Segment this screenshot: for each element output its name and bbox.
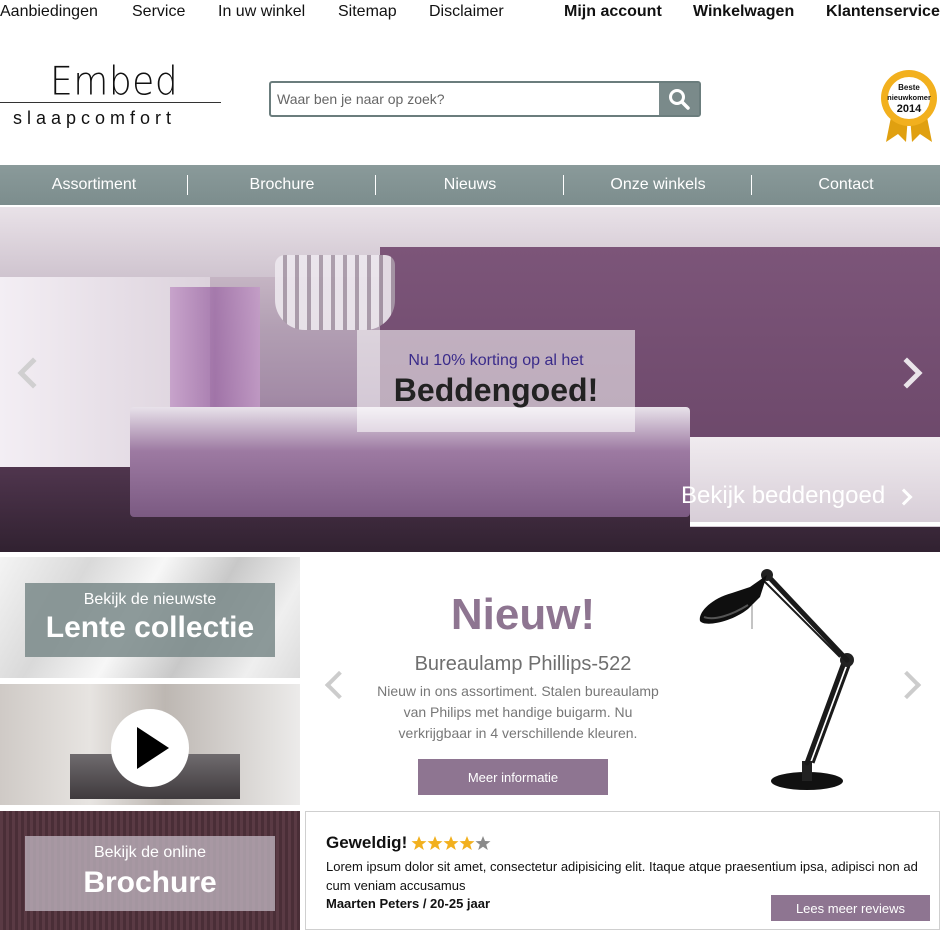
nav-onze-winkels[interactable]: Onze winkels — [564, 165, 752, 205]
hero-cta-underline — [690, 522, 940, 526]
nav-divider — [563, 175, 564, 195]
svg-text:2014: 2014 — [897, 103, 922, 115]
new-product-slider: Nieuw! Bureaulamp Phillips-522 Nieuw in … — [305, 557, 940, 807]
nav-contact[interactable]: Contact — [752, 165, 940, 205]
logo[interactable]: Embed slaapcomfort — [0, 60, 222, 130]
brochure-tile-box: Bekijk de online Brochure — [25, 836, 275, 911]
hero-promo-title: Beddengoed! — [393, 372, 599, 408]
nav-label: Brochure — [249, 176, 315, 193]
nav-label: Contact — [818, 176, 874, 193]
brochure-tile[interactable]: Bekijk de online Brochure — [0, 811, 300, 930]
play-button[interactable] — [111, 709, 189, 787]
brochure-tile-subtitle: Bekijk de online — [93, 844, 207, 861]
review-rating — [411, 835, 491, 851]
toplink-winkelwagen[interactable]: Winkelwagen — [693, 3, 794, 21]
toplink-disclaimer[interactable]: Disclaimer — [429, 3, 504, 21]
nav-divider — [187, 175, 188, 195]
hero-banner: Nu 10% korting op al het Beddengoed! Bek… — [0, 207, 940, 552]
svg-text:nieuwkomer: nieuwkomer — [887, 93, 931, 102]
logo-name: Embed — [50, 60, 179, 105]
nav-label: Assortiment — [51, 176, 137, 193]
nav-brochure[interactable]: Brochure — [188, 165, 376, 205]
review-box: Geweldig! Lorem ipsum dolor sit amet, co… — [305, 811, 940, 930]
star-icon — [411, 836, 427, 850]
search-button[interactable] — [659, 83, 699, 115]
search-bar — [269, 81, 701, 117]
star-empty-icon — [475, 836, 491, 850]
toplink-in-uw-winkel[interactable]: In uw winkel — [218, 3, 305, 21]
search-input[interactable] — [271, 83, 661, 115]
review-heading: Geweldig! — [326, 833, 408, 852]
toplink-klantenservice[interactable]: Klantenservice — [826, 3, 940, 21]
product-prev-arrow-icon[interactable] — [324, 670, 354, 700]
nav-nieuws[interactable]: Nieuws — [376, 165, 564, 205]
nav-label: Nieuws — [443, 176, 497, 193]
review-header: Geweldig! — [326, 833, 491, 853]
hero-promo-box: Nu 10% korting op al het Beddengoed! — [357, 330, 635, 432]
nav-assortiment[interactable]: Assortiment — [0, 165, 188, 205]
hero-cta-link[interactable]: Bekijk beddengoed — [681, 482, 885, 510]
nav-divider — [751, 175, 752, 195]
main-nav: Assortiment Brochure Nieuws Onze winkels… — [0, 165, 940, 205]
toplink-aanbiedingen[interactable]: Aanbiedingen — [0, 3, 98, 21]
toplink-mijn-account[interactable]: Mijn account — [564, 3, 662, 21]
search-icon — [669, 89, 690, 110]
star-icon — [459, 836, 475, 850]
collection-tile-title: Lente collectie — [45, 611, 255, 644]
logo-divider — [0, 102, 221, 103]
more-reviews-button[interactable]: Lees meer reviews — [771, 895, 930, 921]
video-tile[interactable] — [0, 684, 300, 805]
product-name: Bureaulamp Phillips-522 — [414, 653, 632, 675]
product-description: Nieuw in ons assortiment. Stalen bureaul… — [377, 683, 659, 741]
star-icon — [443, 836, 459, 850]
desk-lamp-image — [699, 569, 854, 790]
toplink-service[interactable]: Service — [132, 3, 185, 21]
logo-tagline: slaapcomfort — [13, 108, 177, 128]
play-icon — [137, 727, 169, 769]
star-icon — [427, 836, 443, 850]
award-seal-icon: Beste nieuwkomer 2014 — [881, 70, 937, 142]
svg-text:Beste: Beste — [898, 83, 920, 92]
review-text: Lorem ipsum dolor sit amet, consectetur … — [326, 859, 918, 893]
collection-tile-box: Bekijk de nieuwste Lente collectie — [25, 583, 275, 657]
toplink-sitemap[interactable]: Sitemap — [338, 3, 397, 21]
brochure-tile-title: Brochure — [83, 866, 217, 899]
hero-promo-subtitle: Nu 10% korting op al het — [408, 352, 584, 369]
nav-divider — [375, 175, 376, 195]
hero-photo-chandelier — [275, 255, 395, 330]
collection-tile-subtitle: Bekijk de nieuwste — [83, 591, 217, 608]
more-info-button[interactable]: Meer informatie — [418, 759, 608, 795]
award-badge: Beste nieuwkomer 2014 — [878, 68, 940, 144]
top-links-bar: Aanbiedingen Service In uw winkel Sitema… — [0, 0, 940, 28]
nav-label: Onze winkels — [610, 176, 706, 193]
product-section-title: Nieuw! — [450, 590, 596, 639]
product-next-arrow-icon[interactable] — [892, 670, 922, 700]
review-author: Maarten Peters / 20-25 jaar — [326, 896, 491, 911]
collection-tile[interactable]: Bekijk de nieuwste Lente collectie — [0, 557, 300, 678]
